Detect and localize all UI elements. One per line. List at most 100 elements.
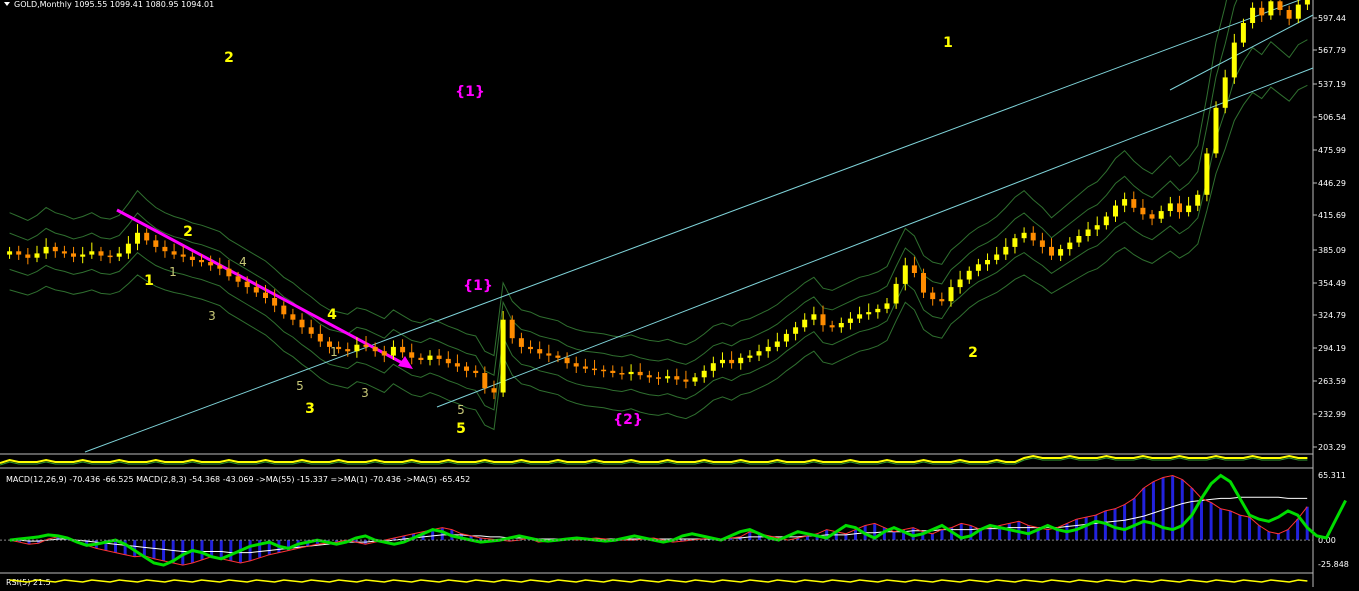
channel-lower-line bbox=[436, 67, 1314, 408]
candle-body bbox=[281, 305, 287, 315]
candle-body bbox=[592, 368, 597, 371]
candle bbox=[582, 358, 588, 373]
candle-body bbox=[710, 363, 716, 371]
candle-body bbox=[345, 349, 351, 352]
candle-body bbox=[290, 314, 296, 320]
menu-triangle-icon bbox=[4, 2, 10, 6]
candle bbox=[1277, 0, 1283, 16]
candle bbox=[308, 319, 314, 339]
candle-body bbox=[637, 371, 643, 376]
candle-body bbox=[783, 333, 789, 342]
candle bbox=[125, 236, 131, 259]
candle bbox=[473, 365, 479, 378]
candle-body bbox=[1240, 23, 1246, 43]
candle-body bbox=[829, 325, 835, 328]
candle-body bbox=[701, 370, 707, 378]
candle-body bbox=[1268, 1, 1274, 16]
candle-body bbox=[838, 323, 844, 328]
candle-body bbox=[500, 319, 506, 393]
candle-body bbox=[756, 351, 762, 356]
candle-body bbox=[619, 373, 625, 375]
candle-body bbox=[1277, 1, 1283, 10]
candle bbox=[975, 258, 981, 277]
wave-label: 2 bbox=[224, 50, 234, 66]
candle bbox=[445, 351, 451, 368]
candle bbox=[1240, 18, 1246, 47]
candle bbox=[1268, 0, 1274, 20]
candle bbox=[107, 250, 113, 264]
candle bbox=[592, 359, 597, 376]
candle-body bbox=[125, 243, 131, 254]
price-tick-label: 324.79 bbox=[1318, 311, 1346, 320]
candle-body bbox=[1231, 42, 1237, 78]
price-tick-label: 506.54 bbox=[1318, 113, 1346, 122]
wave-label: 1 bbox=[943, 35, 953, 51]
candle bbox=[1295, 0, 1301, 24]
candle-body bbox=[71, 253, 76, 257]
candle-body bbox=[144, 232, 150, 241]
candle-body bbox=[80, 254, 86, 257]
candle-body bbox=[774, 341, 780, 347]
candle-body bbox=[445, 358, 451, 364]
candle-body bbox=[720, 359, 725, 364]
candle-body bbox=[1039, 240, 1045, 247]
candle-body bbox=[98, 251, 104, 256]
candle-body bbox=[363, 344, 369, 347]
candle bbox=[518, 332, 524, 354]
candle-body bbox=[975, 264, 981, 271]
candle-body bbox=[217, 265, 223, 269]
candle bbox=[1122, 192, 1128, 213]
candle-body bbox=[1113, 205, 1118, 217]
macd-tick-label: 65.311 bbox=[1318, 471, 1346, 480]
candle bbox=[16, 245, 22, 260]
candle-body bbox=[802, 319, 808, 328]
candle-body bbox=[985, 260, 990, 265]
candle bbox=[43, 238, 49, 259]
candle-body bbox=[1012, 238, 1018, 247]
candle-body bbox=[683, 379, 689, 382]
candle bbox=[857, 306, 863, 323]
candle bbox=[820, 305, 826, 332]
candle bbox=[1204, 148, 1210, 202]
candle bbox=[454, 354, 460, 372]
candle bbox=[409, 343, 415, 365]
candle bbox=[866, 303, 872, 320]
price-tick-label: 203.29 bbox=[1318, 443, 1346, 452]
candle-body bbox=[939, 299, 945, 302]
candle-body bbox=[893, 283, 899, 304]
candle bbox=[1304, 0, 1310, 10]
candle-body bbox=[546, 353, 552, 356]
candle-body bbox=[1140, 207, 1146, 215]
candle-body bbox=[994, 254, 1000, 260]
symbol-header: GOLD,Monthly 1095.55 1099.41 1080.95 109… bbox=[14, 0, 214, 9]
candle bbox=[34, 245, 40, 263]
candle-body bbox=[409, 352, 415, 358]
candle bbox=[710, 356, 716, 378]
candle-body bbox=[1167, 203, 1173, 211]
candle bbox=[61, 245, 67, 258]
wave-label: 4 bbox=[327, 307, 337, 323]
candle bbox=[171, 243, 177, 259]
wave-label: 5 bbox=[456, 421, 466, 437]
candle-body bbox=[199, 260, 204, 263]
candle-body bbox=[43, 246, 49, 254]
candle bbox=[153, 234, 159, 253]
candle bbox=[1177, 195, 1182, 219]
price-tick-label: 567.79 bbox=[1318, 46, 1346, 55]
candle-body bbox=[1250, 7, 1256, 23]
candle bbox=[619, 366, 625, 380]
candle bbox=[98, 246, 104, 262]
gold-monthly-chart: GOLD,Monthly 1095.55 1099.41 1080.95 109… bbox=[0, 0, 1359, 587]
candle-body bbox=[381, 351, 387, 356]
candle-body bbox=[518, 338, 524, 347]
candle-body bbox=[7, 251, 13, 255]
candle-body bbox=[171, 251, 177, 255]
candle bbox=[1012, 233, 1018, 254]
candle bbox=[217, 257, 223, 276]
candle bbox=[765, 339, 771, 358]
candle bbox=[144, 228, 150, 245]
candle-body bbox=[738, 357, 744, 364]
candle bbox=[7, 246, 13, 259]
wave-label: {1} bbox=[463, 278, 493, 294]
candle-body bbox=[244, 281, 250, 288]
